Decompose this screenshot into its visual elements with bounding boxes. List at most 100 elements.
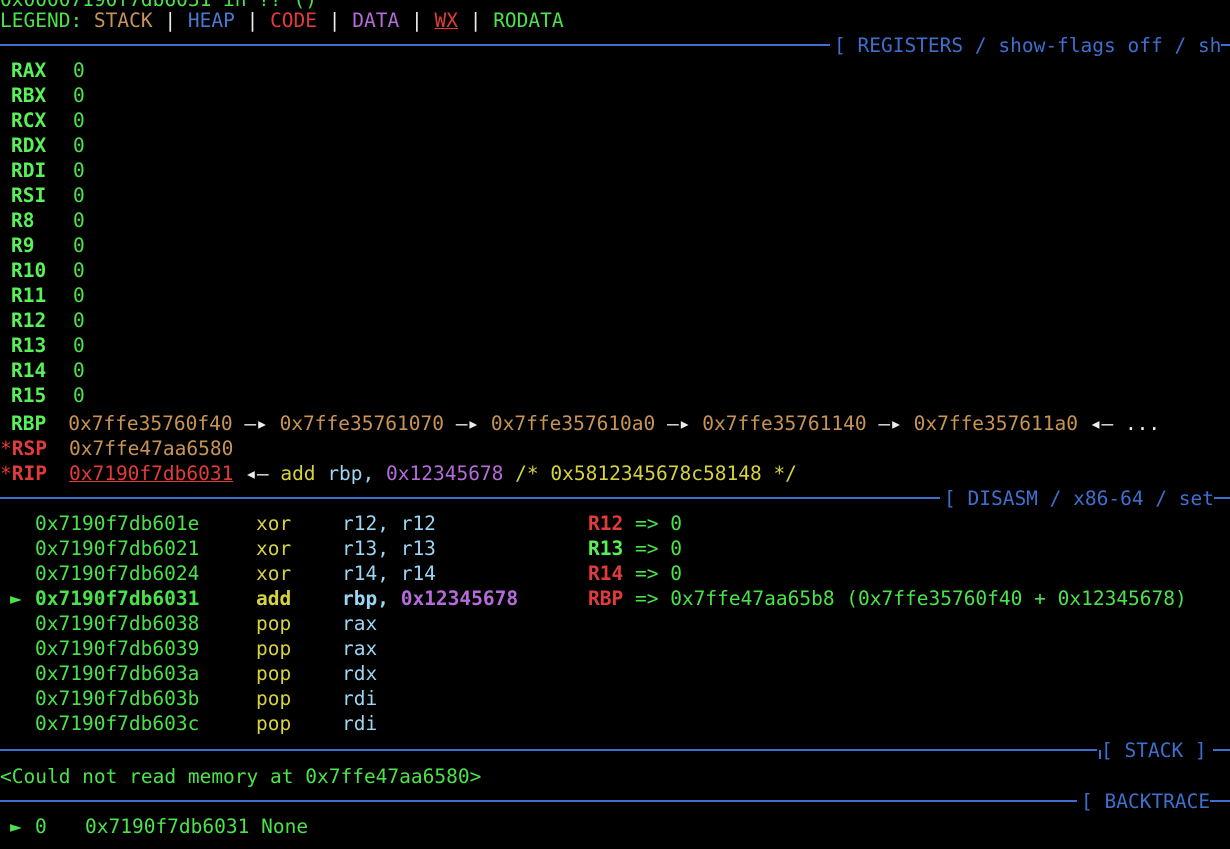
pointer-address: 0x7ffe357610a0 bbox=[490, 412, 656, 435]
register-row: RCX 0 bbox=[11, 108, 85, 133]
disasm-row: 0x7190f7db6039 pop rax bbox=[0, 636, 588, 661]
current-instruction-marker: ► bbox=[10, 587, 22, 610]
register-row: R12 0 bbox=[11, 308, 85, 333]
register-name: R9 bbox=[11, 234, 35, 257]
disasm-current-row: ► 0x7190f7db6031 add rbp, 0x12345678 RBP => … bbox=[0, 586, 1187, 611]
register-rsp: *RSP 0x7ffe47aa6580 bbox=[0, 436, 233, 461]
rip-address: 0x7190f7db6031 bbox=[68, 462, 234, 485]
register-row: R9 0 bbox=[11, 233, 85, 258]
result-register: R13 bbox=[588, 537, 624, 560]
disasm-row: 0x7190f7db601e xor r12, r12 R12 => 0 bbox=[0, 511, 682, 536]
legend-heap: HEAP bbox=[187, 9, 235, 32]
legend-rodata: RODATA bbox=[493, 9, 564, 32]
disasm-row: 0x7190f7db6024 xor r14, r14 R14 => 0 bbox=[0, 561, 682, 586]
frame-index: 0 bbox=[35, 815, 47, 838]
instruction-mnemonic: xor bbox=[256, 562, 292, 585]
pointer-address: 0x7ffe357611a0 bbox=[913, 412, 1078, 435]
rip-mnemonic: add bbox=[280, 462, 316, 485]
legend-prefix: LEGEND: bbox=[0, 9, 94, 32]
operand-registers: rax bbox=[342, 637, 378, 660]
register-value: 0 bbox=[73, 159, 85, 182]
register-value: 0 bbox=[73, 209, 85, 232]
instruction-operands: rdi bbox=[342, 686, 588, 711]
registers-header: [ REGISTERS / show-flags off / sh bbox=[830, 33, 1222, 58]
frame-address: 0x7190f7db6031 bbox=[85, 815, 250, 838]
arrow: —▸ bbox=[443, 412, 491, 435]
register-value: 0 bbox=[73, 359, 85, 382]
rbp-pointer-chain: 0x7ffe35760f40 —▸ 0x7ffe35761070 —▸ 0x7f… bbox=[68, 412, 1160, 435]
register-name: R12 bbox=[11, 309, 47, 332]
rip-operand: rbp, bbox=[327, 462, 387, 485]
instruction-address: 0x7190f7db601e bbox=[35, 512, 200, 535]
backtrace-frame: ► 0 0x7190f7db6031 None bbox=[0, 814, 308, 839]
instruction-mnemonic: xor bbox=[256, 537, 292, 560]
arrow: —▸ bbox=[866, 412, 914, 435]
arrow: ◂— bbox=[233, 462, 281, 485]
stack-separator bbox=[0, 749, 1230, 751]
instruction-mnemonic: pop bbox=[256, 662, 292, 685]
result-value: => 0x7ffe47aa65b8 (0x7ffe35760f40 + 0x12… bbox=[623, 587, 1187, 610]
legend-data: DATA bbox=[352, 9, 400, 32]
stack-message: <Could not read memory at 0x7ffe47aa6580… bbox=[0, 765, 482, 788]
register-row: R10 0 bbox=[11, 258, 85, 283]
instruction-operands: r14, r14 bbox=[342, 561, 588, 586]
rip-comment: /* 0x5812345678c58148 */ bbox=[503, 462, 797, 485]
instruction-address: 0x7190f7db603b bbox=[35, 687, 200, 710]
operand-registers: r12, r12 bbox=[342, 512, 436, 535]
instruction-mnemonic: pop bbox=[256, 637, 292, 660]
instruction-mnemonic: pop bbox=[256, 712, 292, 735]
operand-registers: rdx bbox=[342, 662, 378, 685]
legend-separator: | bbox=[399, 9, 435, 32]
instruction-operands: rdx bbox=[342, 661, 588, 686]
operand-registers: r14, r14 bbox=[342, 562, 436, 585]
operand-registers: rbp, bbox=[342, 587, 401, 610]
instruction-mnemonic: xor bbox=[256, 512, 292, 535]
chain-tail: ◂— ... bbox=[1077, 412, 1161, 435]
register-name: R15 bbox=[11, 384, 47, 407]
register-value: 0 bbox=[73, 384, 85, 407]
result-register: RBP bbox=[588, 587, 624, 610]
register-rbp: RBP 0x7ffe35760f40 —▸ 0x7ffe35761070 —▸ 0… bbox=[11, 411, 1160, 436]
instruction-operands: r13, r13 bbox=[342, 536, 588, 561]
legend-code: CODE bbox=[270, 9, 318, 32]
backtrace-separator bbox=[0, 800, 1230, 802]
register-name: RCX bbox=[11, 109, 47, 132]
register-value: 0 bbox=[73, 284, 85, 307]
instruction-mnemonic: pop bbox=[256, 687, 292, 710]
register-row: RBX 0 bbox=[11, 83, 85, 108]
instruction-operands: rax bbox=[342, 636, 588, 661]
register-value: 0 bbox=[73, 259, 85, 282]
legend-stack: STACK bbox=[93, 9, 153, 32]
modified-marker: * bbox=[0, 462, 12, 485]
instruction-mnemonic: add bbox=[256, 587, 292, 610]
disasm-row: 0x7190f7db603a pop rdx bbox=[0, 661, 588, 686]
operand-registers: r13, r13 bbox=[342, 537, 436, 560]
register-rip: *RIP 0x7190f7db6031 ◂— add rbp, 0x1234567… bbox=[0, 461, 797, 486]
disasm-row: 0x7190f7db6021 xor r13, r13 R13 => 0 bbox=[0, 536, 682, 561]
legend-separator: | bbox=[152, 9, 188, 32]
register-name: RDX bbox=[11, 134, 47, 157]
disasm-row: 0x7190f7db6038 pop rax bbox=[0, 611, 588, 636]
operand-registers: rax bbox=[342, 612, 378, 635]
register-row: R13 0 bbox=[11, 333, 85, 358]
register-name: RDI bbox=[11, 159, 47, 182]
register-name: RBX bbox=[11, 84, 47, 107]
rip-immediate: 0x12345678 bbox=[386, 462, 504, 485]
register-name: RAX bbox=[11, 59, 47, 82]
backtrace-header: [ BACKTRACE bbox=[1077, 789, 1211, 814]
register-name: R10 bbox=[11, 259, 47, 282]
register-value: 0 bbox=[73, 109, 85, 132]
instruction-address: 0x7190f7db6031 bbox=[35, 587, 200, 610]
instruction-address: 0x7190f7db6024 bbox=[35, 562, 200, 585]
register-row: RAX 0 bbox=[11, 58, 85, 83]
legend-separator: | bbox=[234, 9, 271, 32]
register-row: R14 0 bbox=[11, 358, 85, 383]
disasm-row: 0x7190f7db603c pop rdi bbox=[0, 711, 588, 736]
legend-separator: | bbox=[317, 9, 353, 32]
register-value: 0x7ffe47aa6580 bbox=[68, 437, 234, 460]
disasm-row: 0x7190f7db603b pop rdi bbox=[0, 686, 588, 711]
register-row: R15 0 bbox=[11, 383, 85, 408]
legend-wx: WX bbox=[434, 9, 458, 32]
register-name: RBP bbox=[11, 412, 47, 435]
instruction-operands: rbp, 0x12345678 bbox=[342, 586, 588, 611]
